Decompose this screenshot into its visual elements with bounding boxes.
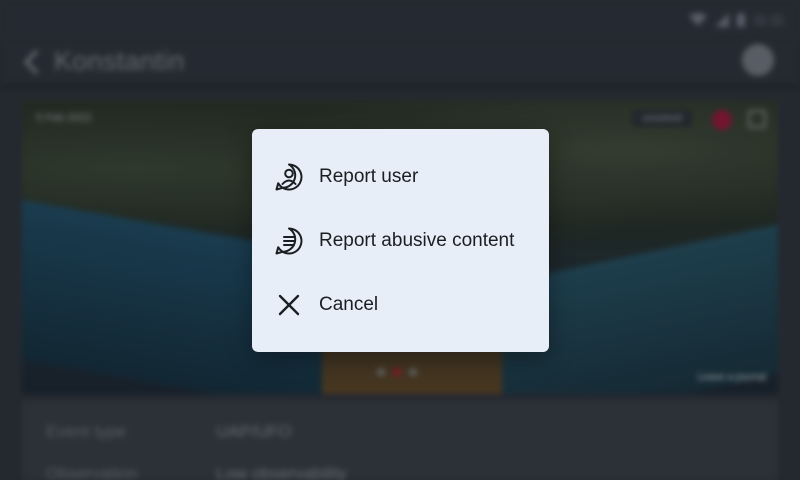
report-dialog: Report user Report abusive content Cance… [252, 129, 549, 352]
user-circle-icon [274, 162, 304, 192]
cancel-label: Cancel [319, 294, 379, 315]
report-abusive-content-button[interactable]: Report abusive content [252, 209, 549, 273]
screen: 11:11 Konstantin 5 Feb 2022 unsolved Lea… [0, 0, 800, 480]
close-icon [274, 290, 304, 320]
report-abusive-content-label: Report abusive content [319, 230, 515, 251]
chat-bubble-lines-icon [274, 226, 304, 256]
report-user-button[interactable]: Report user [252, 145, 549, 209]
cancel-button[interactable]: Cancel [252, 273, 549, 337]
report-user-label: Report user [319, 166, 419, 187]
